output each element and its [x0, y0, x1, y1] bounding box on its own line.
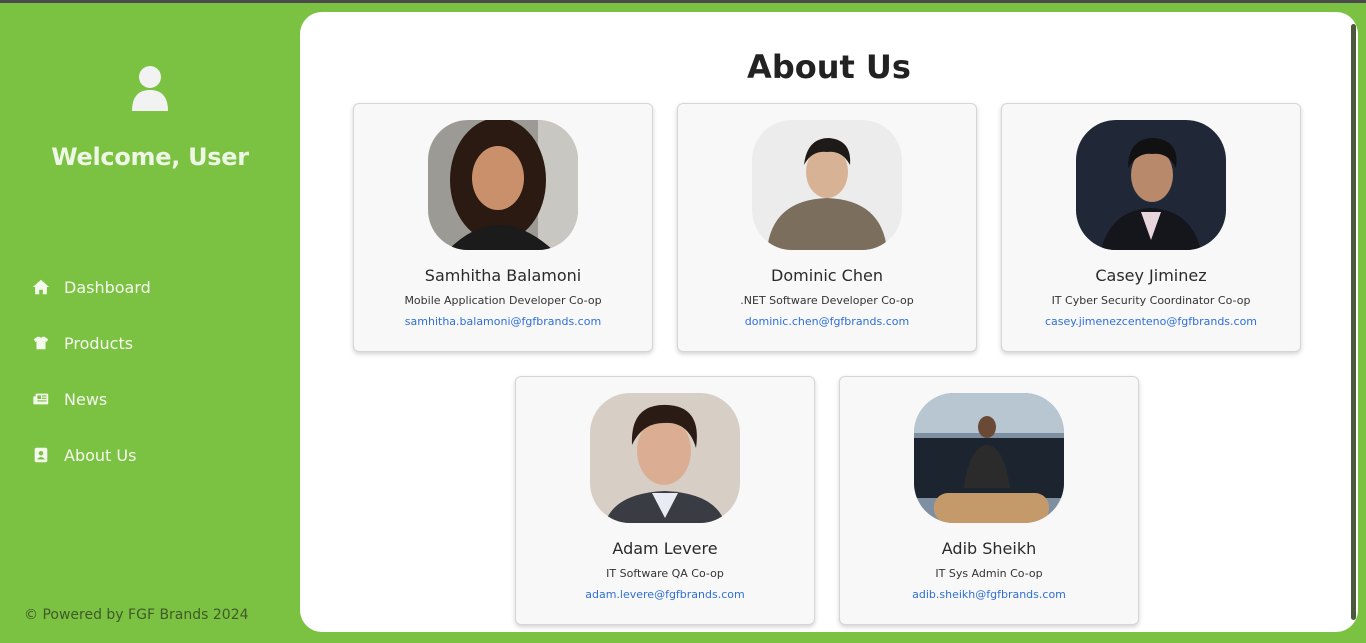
sidebar-item-news[interactable]: News: [30, 385, 270, 413]
profile-photo: [914, 393, 1064, 523]
team-card: Adib Sheikh IT Sys Admin Co-op adib.shei…: [839, 376, 1139, 625]
member-role: IT Software QA Co-op: [606, 567, 724, 580]
member-role: IT Cyber Security Coordinator Co-op: [1051, 294, 1251, 307]
sidebar-item-label: Dashboard: [64, 277, 151, 297]
main-panel: About Us Samhitha Balamoni Mobile Applic…: [300, 12, 1358, 632]
scrollbar[interactable]: [1351, 24, 1356, 620]
member-name: Samhitha Balamoni: [424, 266, 582, 285]
home-icon: [30, 276, 52, 298]
shirt-icon: [30, 332, 52, 354]
team-card: Dominic Chen .NET Software Developer Co-…: [677, 103, 977, 352]
member-role: .NET Software Developer Co-op: [740, 294, 914, 307]
sidebar-item-products[interactable]: Products: [30, 329, 270, 357]
sidebar-item-label: News: [64, 389, 108, 409]
welcome-text: Welcome, User: [51, 143, 249, 171]
sidebar-item-dashboard[interactable]: Dashboard: [30, 273, 270, 301]
member-name: Adib Sheikh: [941, 539, 1037, 558]
page-title: About Us: [747, 48, 911, 86]
team-card: Samhitha Balamoni Mobile Application Dev…: [353, 103, 653, 352]
member-name: Adam Levere: [612, 539, 718, 558]
contact-book-icon: [30, 444, 52, 466]
member-role: Mobile Application Developer Co-op: [404, 294, 602, 307]
member-email-link[interactable]: adib.sheikh@fgfbrands.com: [840, 588, 1138, 601]
sidebar-item-label: About Us: [64, 445, 137, 465]
profile-photo: [590, 393, 740, 523]
sidebar-item-label: Products: [64, 333, 134, 353]
profile-photo: [1076, 120, 1226, 250]
team-card: Casey Jiminez IT Cyber Security Coordina…: [1001, 103, 1301, 352]
member-email-link[interactable]: adam.levere@fgfbrands.com: [516, 588, 814, 601]
sidebar: Welcome, User Dashboard Products News Ab…: [0, 3, 300, 643]
profile-photo: [428, 120, 578, 250]
member-email-link[interactable]: casey.jimenezcenteno@fgfbrands.com: [1002, 315, 1300, 328]
member-email-link[interactable]: dominic.chen@fgfbrands.com: [678, 315, 976, 328]
member-email-link[interactable]: samhitha.balamoni@fgfbrands.com: [354, 315, 652, 328]
team-card: Adam Levere IT Software QA Co-op adam.le…: [515, 376, 815, 625]
sidebar-item-about-us[interactable]: About Us: [30, 441, 270, 469]
member-name: Casey Jiminez: [1095, 266, 1207, 285]
user-icon: [130, 65, 170, 111]
member-name: Dominic Chen: [771, 266, 883, 285]
profile-photo: [752, 120, 902, 250]
member-role: IT Sys Admin Co-op: [935, 567, 1043, 580]
newspaper-icon: [30, 388, 52, 410]
footer-text: © Powered by FGF Brands 2024: [24, 607, 249, 623]
